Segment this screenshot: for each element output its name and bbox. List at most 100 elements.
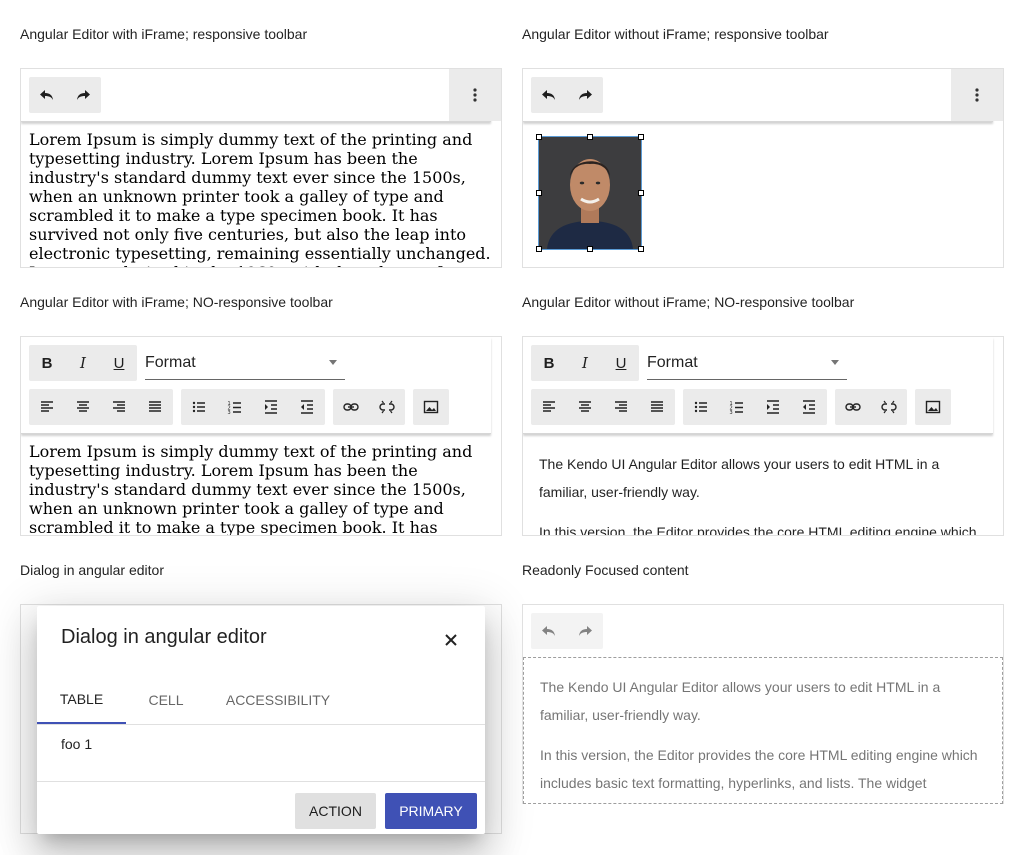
link-group	[835, 389, 907, 425]
chevron-down-icon	[831, 360, 839, 365]
bullet-list-icon[interactable]	[181, 389, 217, 425]
undo-icon[interactable]	[531, 77, 567, 113]
format-dropdown[interactable]: Format	[145, 347, 345, 380]
image-group	[915, 389, 951, 425]
outdent-icon[interactable]	[791, 389, 827, 425]
align-left-icon[interactable]	[531, 389, 567, 425]
resize-handle[interactable]	[638, 190, 644, 196]
alignment-group	[29, 389, 173, 425]
editor-1-label: Angular Editor with iFrame; responsive t…	[20, 26, 308, 42]
readonly-focus-outline: The Kendo UI Angular Editor allows your …	[523, 657, 1003, 804]
editor-toolbar	[523, 69, 1003, 122]
resize-handle[interactable]	[536, 134, 542, 140]
editor-content[interactable]: The Kendo UI Angular Editor allows your …	[539, 450, 985, 536]
outdent-icon[interactable]	[289, 389, 325, 425]
align-right-icon[interactable]	[603, 389, 639, 425]
chevron-down-icon	[329, 360, 337, 365]
more-vertical-icon[interactable]	[449, 69, 501, 121]
undo-icon[interactable]	[531, 613, 567, 649]
resize-handle[interactable]	[587, 246, 593, 252]
redo-icon[interactable]	[567, 613, 603, 649]
indent-icon[interactable]	[755, 389, 791, 425]
underline-icon[interactable]: U	[603, 345, 639, 381]
editor-content: The Kendo UI Angular Editor allows your …	[540, 673, 984, 804]
editor-toolbar: B I U Format 123	[523, 337, 993, 434]
editor-content[interactable]: Lorem Ipsum is simply dummy text of the …	[29, 130, 491, 267]
alignment-group	[531, 389, 675, 425]
tab-accessibility[interactable]: ACCESSIBILITY	[215, 676, 341, 724]
editor-toolbar	[21, 69, 501, 122]
primary-button[interactable]: PRIMARY	[385, 793, 477, 829]
indent-icon[interactable]	[253, 389, 289, 425]
dialog-actions: ACTION PRIMARY	[37, 781, 485, 835]
paragraph: The Kendo UI Angular Editor allows your …	[539, 456, 940, 500]
image-icon[interactable]	[915, 389, 951, 425]
numbered-list-icon[interactable]: 123	[217, 389, 253, 425]
resize-handle[interactable]	[536, 190, 542, 196]
paragraph: In this version, the Editor provides the…	[539, 524, 977, 536]
format-dropdown[interactable]: Format	[647, 347, 847, 380]
italic-icon[interactable]: I	[65, 345, 101, 381]
editor-2-label: Angular Editor without iFrame; responsiv…	[522, 26, 829, 42]
resize-handle[interactable]	[536, 246, 542, 252]
editor-4-label: Angular Editor without iFrame; NO-respon…	[522, 294, 855, 310]
list-group: 123	[683, 389, 827, 425]
numbered-list-icon[interactable]: 123	[719, 389, 755, 425]
editor-toolbar: B I U Format 123	[21, 337, 491, 434]
tab-table[interactable]: TABLE	[37, 676, 126, 724]
align-right-icon[interactable]	[101, 389, 137, 425]
undo-icon[interactable]	[29, 77, 65, 113]
dialog: Dialog in angular editor TABLE CELL ACCE…	[37, 606, 485, 834]
more-vertical-icon[interactable]	[951, 69, 1003, 121]
history-group	[29, 77, 101, 113]
link-icon[interactable]	[333, 389, 369, 425]
redo-icon[interactable]	[65, 77, 101, 113]
resize-handle[interactable]	[587, 134, 593, 140]
link-icon[interactable]	[835, 389, 871, 425]
selected-image[interactable]	[536, 134, 644, 252]
editor-iframe-non-responsive: B I U Format 123 Lorem Ipsum is simply d…	[20, 336, 502, 536]
editor-readonly: The Kendo UI Angular Editor allows your …	[522, 604, 1004, 804]
editor-5-label: Dialog in angular editor	[20, 562, 164, 578]
history-group	[531, 77, 603, 113]
align-center-icon[interactable]	[65, 389, 101, 425]
list-group: 123	[181, 389, 325, 425]
align-justify-icon[interactable]	[137, 389, 173, 425]
editor-no-iframe-responsive	[522, 68, 1004, 268]
close-icon[interactable]	[439, 628, 463, 652]
format-dropdown-value: Format	[647, 354, 698, 371]
image-icon[interactable]	[413, 389, 449, 425]
paragraph: The Kendo UI Angular Editor allows your …	[540, 679, 941, 723]
editor-no-iframe-non-responsive: B I U Format 123 The Kendo UI Angular Ed…	[522, 336, 1004, 536]
redo-icon[interactable]	[567, 77, 603, 113]
svg-text:3: 3	[228, 410, 231, 415]
unlink-icon[interactable]	[369, 389, 405, 425]
image-group	[413, 389, 449, 425]
editor-content[interactable]: Lorem Ipsum is simply dummy text of the …	[29, 442, 491, 535]
align-justify-icon[interactable]	[639, 389, 675, 425]
align-center-icon[interactable]	[567, 389, 603, 425]
dialog-body-text: foo 1	[61, 736, 93, 752]
link-group	[333, 389, 405, 425]
bold-icon[interactable]: B	[29, 345, 65, 381]
align-left-icon[interactable]	[29, 389, 65, 425]
resize-handle[interactable]	[638, 134, 644, 140]
format-dropdown-value: Format	[145, 354, 196, 371]
dialog-tabs: TABLE CELL ACCESSIBILITY	[37, 676, 485, 725]
text-style-group: B I U	[531, 345, 639, 381]
resize-handle[interactable]	[638, 246, 644, 252]
portrait-photo	[538, 136, 642, 250]
action-button[interactable]: ACTION	[295, 793, 376, 829]
dialog-title: Dialog in angular editor	[61, 626, 267, 648]
editor-6-label: Readonly Focused content	[522, 562, 689, 578]
underline-icon[interactable]: U	[101, 345, 137, 381]
bold-icon[interactable]: B	[531, 345, 567, 381]
unlink-icon[interactable]	[871, 389, 907, 425]
bullet-list-icon[interactable]	[683, 389, 719, 425]
italic-icon[interactable]: I	[567, 345, 603, 381]
paragraph: In this version, the Editor provides the…	[540, 747, 978, 791]
svg-text:3: 3	[730, 410, 733, 415]
text-style-group: B I U	[29, 345, 137, 381]
editor-3-label: Angular Editor with iFrame; NO-responsiv…	[20, 294, 333, 310]
tab-cell[interactable]: CELL	[126, 676, 206, 724]
